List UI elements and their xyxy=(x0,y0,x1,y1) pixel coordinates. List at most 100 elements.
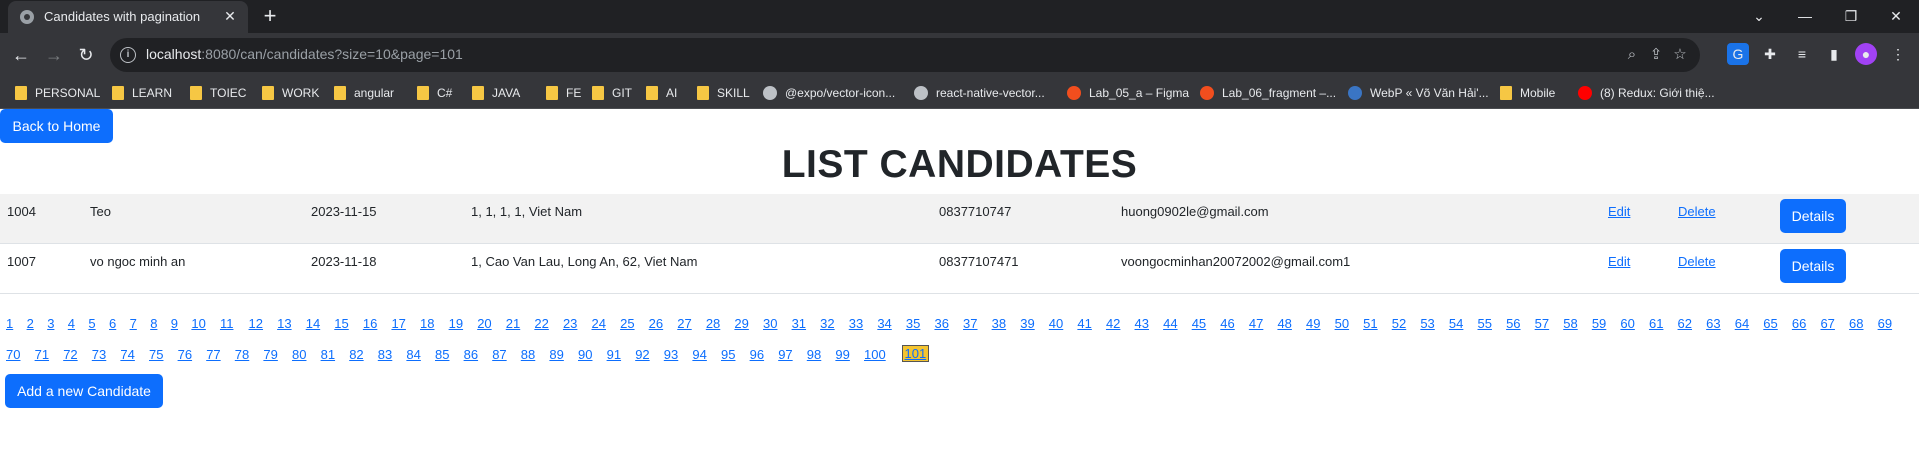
side-panel-icon[interactable]: ▮ xyxy=(1823,43,1845,65)
page-link[interactable]: 76 xyxy=(178,347,192,362)
extensions-puzzle-icon[interactable]: ✚ xyxy=(1759,43,1781,65)
page-link[interactable]: 63 xyxy=(1706,316,1720,331)
page-link[interactable]: 100 xyxy=(864,347,886,362)
page-link[interactable]: 83 xyxy=(378,347,392,362)
page-link[interactable]: 42 xyxy=(1106,316,1120,331)
close-tab-icon[interactable]: ✕ xyxy=(220,6,240,26)
page-link[interactable]: 5 xyxy=(88,316,95,331)
page-link[interactable]: 93 xyxy=(664,347,678,362)
page-link[interactable]: 20 xyxy=(477,316,491,331)
page-link[interactable]: 61 xyxy=(1649,316,1663,331)
page-link[interactable]: 95 xyxy=(721,347,735,362)
close-window-button[interactable]: ✕ xyxy=(1873,0,1919,33)
page-link[interactable]: 98 xyxy=(807,347,821,362)
page-link[interactable]: 96 xyxy=(750,347,764,362)
page-link[interactable]: 70 xyxy=(6,347,20,362)
page-link[interactable]: 6 xyxy=(109,316,116,331)
menu-kebab-icon[interactable]: ⋮ xyxy=(1887,43,1909,65)
page-link[interactable]: 50 xyxy=(1335,316,1349,331)
browser-tab[interactable]: Candidates with pagination ✕ xyxy=(8,1,248,33)
page-link[interactable]: 26 xyxy=(649,316,663,331)
page-link[interactable]: 25 xyxy=(620,316,634,331)
page-link[interactable]: 13 xyxy=(277,316,291,331)
page-link[interactable]: 52 xyxy=(1392,316,1406,331)
bookmark-item[interactable]: C# xyxy=(417,84,452,102)
page-link[interactable]: 32 xyxy=(820,316,834,331)
page-link[interactable]: 3 xyxy=(47,316,54,331)
page-link[interactable]: 45 xyxy=(1192,316,1206,331)
media-control-icon[interactable]: ≡ xyxy=(1791,43,1813,65)
bookmark-star-icon[interactable]: ☆ xyxy=(1670,45,1690,65)
page-link[interactable]: 69 xyxy=(1878,316,1892,331)
bookmark-item[interactable]: GIT xyxy=(592,84,632,102)
page-link[interactable]: 56 xyxy=(1506,316,1520,331)
page-link[interactable]: 75 xyxy=(149,347,163,362)
url-text[interactable]: localhost:8080/can/candidates?size=10&pa… xyxy=(146,46,463,62)
page-link[interactable]: 21 xyxy=(506,316,520,331)
edit-link[interactable]: Edit xyxy=(1608,204,1630,219)
page-link[interactable]: 59 xyxy=(1592,316,1606,331)
bookmark-item[interactable]: SKILL xyxy=(697,84,750,102)
page-link[interactable]: 74 xyxy=(120,347,134,362)
page-link[interactable]: 18 xyxy=(420,316,434,331)
forward-arrow-icon[interactable]: → xyxy=(40,41,68,69)
page-link[interactable]: 36 xyxy=(934,316,948,331)
page-link[interactable]: 80 xyxy=(292,347,306,362)
page-link[interactable]: 85 xyxy=(435,347,449,362)
page-link[interactable]: 94 xyxy=(692,347,706,362)
page-link[interactable]: 99 xyxy=(835,347,849,362)
profile-avatar[interactable]: ● xyxy=(1855,43,1877,65)
bookmark-item[interactable]: Mobile xyxy=(1500,84,1555,102)
page-link[interactable]: 78 xyxy=(235,347,249,362)
page-link[interactable]: 29 xyxy=(734,316,748,331)
page-link[interactable]: 40 xyxy=(1049,316,1063,331)
new-tab-button[interactable]: + xyxy=(258,4,282,28)
page-link[interactable]: 71 xyxy=(35,347,49,362)
bookmark-item[interactable]: WebP « Võ Văn Hải'... xyxy=(1348,84,1489,102)
page-link[interactable]: 62 xyxy=(1678,316,1692,331)
page-link[interactable]: 97 xyxy=(778,347,792,362)
address-bar[interactable]: i localhost:8080/can/candidates?size=10&… xyxy=(110,38,1700,72)
page-link[interactable]: 12 xyxy=(249,316,263,331)
page-link[interactable]: 79 xyxy=(263,347,277,362)
delete-link[interactable]: Delete xyxy=(1678,204,1716,219)
page-link[interactable]: 35 xyxy=(906,316,920,331)
bookmark-item[interactable]: WORK xyxy=(262,84,319,102)
back-to-home-button[interactable]: Back to Home xyxy=(0,109,113,143)
bookmark-item[interactable]: (8) Redux: Giới thiệ... xyxy=(1578,84,1715,102)
page-link[interactable]: 66 xyxy=(1792,316,1806,331)
page-link[interactable]: 88 xyxy=(521,347,535,362)
minimize-button[interactable]: — xyxy=(1782,0,1828,33)
page-link[interactable]: 16 xyxy=(363,316,377,331)
tab-search-icon[interactable]: ⌄ xyxy=(1736,0,1782,33)
page-link[interactable]: 77 xyxy=(206,347,220,362)
add-candidate-button[interactable]: Add a new Candidate xyxy=(5,374,163,408)
page-link[interactable]: 73 xyxy=(92,347,106,362)
page-link[interactable]: 17 xyxy=(391,316,405,331)
page-link[interactable]: 4 xyxy=(68,316,75,331)
details-button[interactable]: Details xyxy=(1780,199,1846,233)
back-arrow-icon[interactable]: ← xyxy=(7,41,35,69)
page-link[interactable]: 86 xyxy=(464,347,478,362)
page-link[interactable]: 14 xyxy=(306,316,320,331)
page-link[interactable]: 41 xyxy=(1077,316,1091,331)
page-link[interactable]: 2 xyxy=(27,316,34,331)
page-link[interactable]: 9 xyxy=(171,316,178,331)
page-link[interactable]: 53 xyxy=(1420,316,1434,331)
page-link[interactable]: 43 xyxy=(1135,316,1149,331)
page-link[interactable]: 54 xyxy=(1449,316,1463,331)
page-link[interactable]: 8 xyxy=(150,316,157,331)
bookmark-item[interactable]: PERSONAL xyxy=(15,84,100,102)
bookmark-item[interactable]: JAVA xyxy=(472,84,520,102)
page-link[interactable]: 48 xyxy=(1277,316,1291,331)
page-link[interactable]: 64 xyxy=(1735,316,1749,331)
page-link[interactable]: 39 xyxy=(1020,316,1034,331)
page-link[interactable]: 44 xyxy=(1163,316,1177,331)
details-button[interactable]: Details xyxy=(1780,249,1846,283)
page-link[interactable]: 15 xyxy=(334,316,348,331)
bookmark-item[interactable]: FE xyxy=(546,84,581,102)
page-link[interactable]: 57 xyxy=(1535,316,1549,331)
bookmark-item[interactable]: AI xyxy=(646,84,677,102)
bookmark-item[interactable]: angular xyxy=(334,84,394,102)
page-link[interactable]: 49 xyxy=(1306,316,1320,331)
